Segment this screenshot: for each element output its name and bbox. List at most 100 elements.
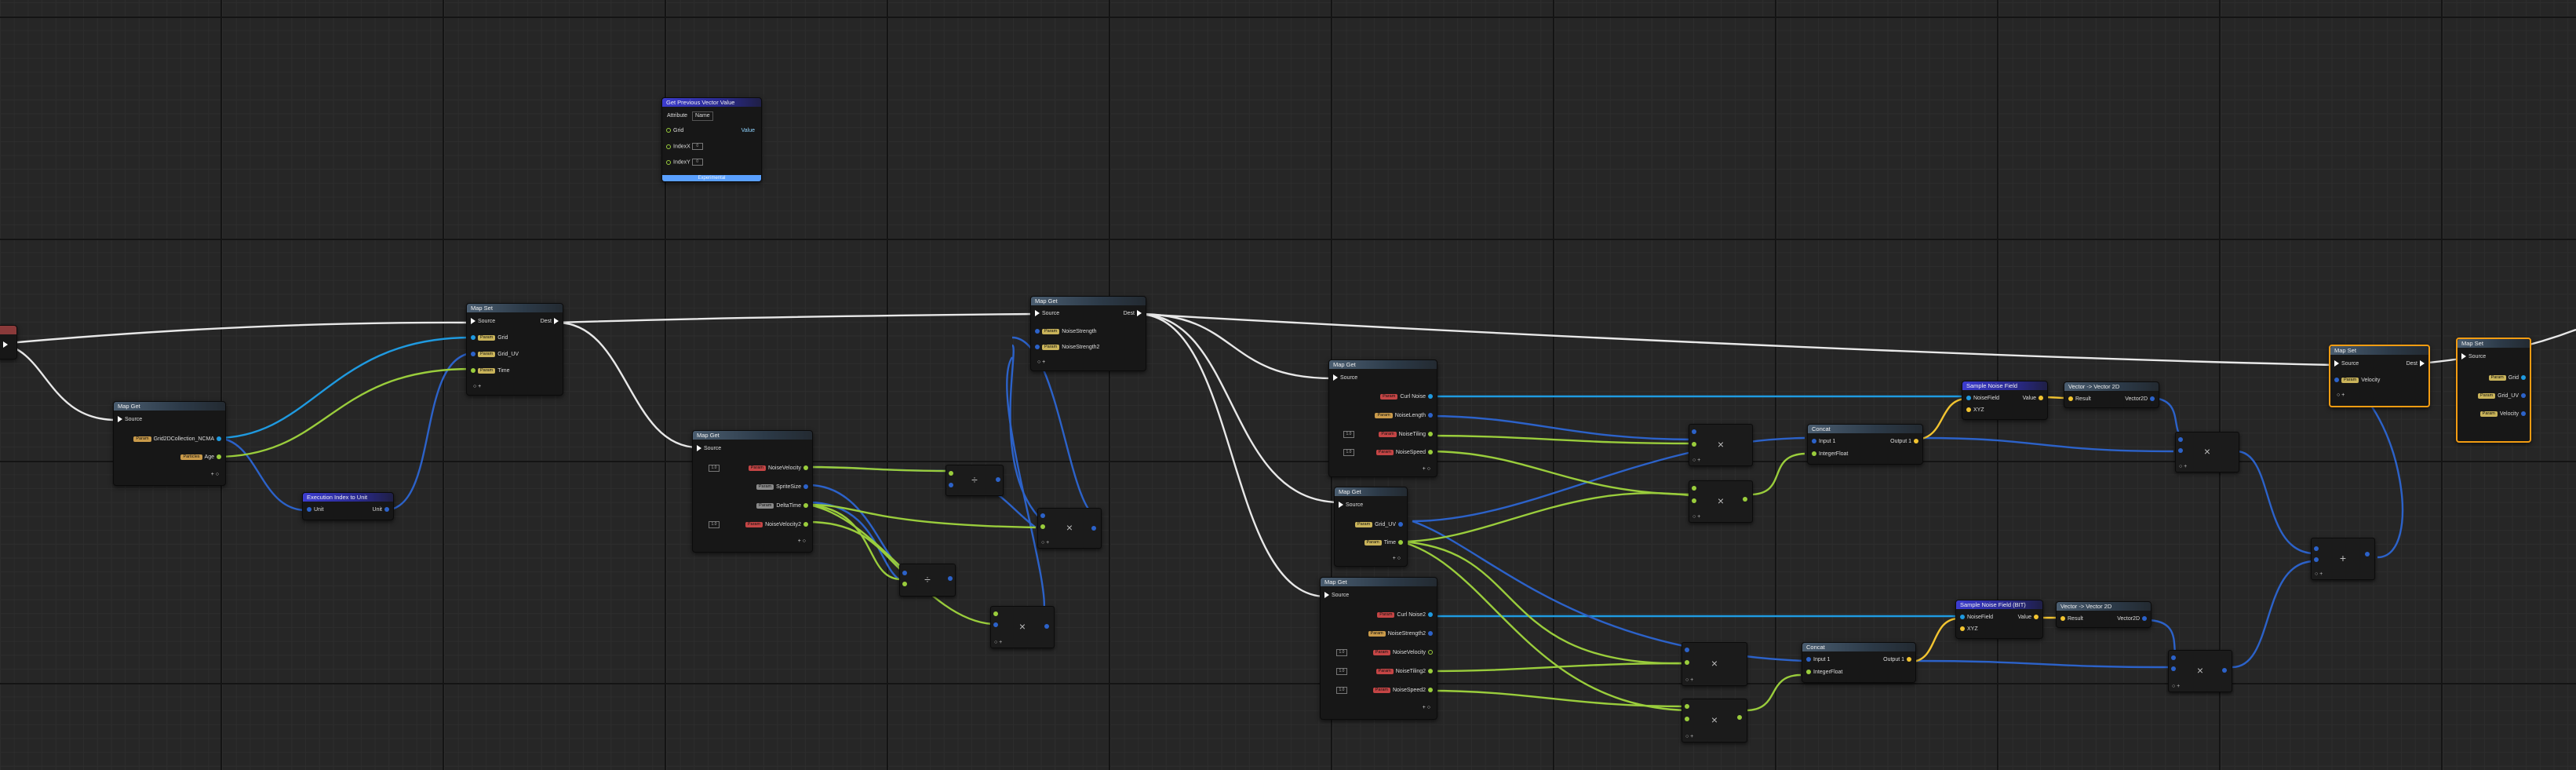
noise-strength2-pin[interactable]	[1035, 345, 1040, 350]
velocity-pin[interactable]	[2521, 411, 2526, 417]
noise-tiling2-pin[interactable]	[1428, 669, 1433, 674]
add-pin-button[interactable]: ○ +	[1685, 734, 1693, 739]
multiply-operator-node[interactable]: × ○ +	[990, 606, 1055, 648]
input-a-pin[interactable]	[2178, 437, 2183, 442]
add-pin-button[interactable]: ○ +	[2179, 464, 2187, 469]
noise-field-pin[interactable]	[1960, 615, 1965, 620]
input-a-pin[interactable]	[902, 571, 907, 575]
input1-pin[interactable]	[1806, 657, 1811, 662]
input-a-pin[interactable]	[2171, 655, 2176, 660]
input-b-pin[interactable]	[993, 622, 998, 627]
output-pin[interactable]	[2222, 668, 2227, 673]
add-pin-button[interactable]: + ○	[1393, 555, 1401, 563]
input-a-pin[interactable]	[1685, 704, 1689, 709]
output-pin[interactable]	[1743, 497, 1747, 502]
input-b-pin[interactable]	[1040, 524, 1045, 529]
curl-noise-pin[interactable]	[1428, 394, 1433, 400]
vector-to-vector2d-node-2[interactable]: Vector -> Vector 2D Result Vector2D	[2056, 601, 2152, 628]
unit-in-pin[interactable]	[307, 507, 312, 513]
add-pin-button[interactable]: + ○	[1423, 465, 1430, 473]
add-pin-button[interactable]: ○ +	[473, 383, 481, 391]
xyz-pin[interactable]	[1966, 407, 1971, 413]
input-a-pin[interactable]	[2314, 546, 2319, 551]
input-b-pin[interactable]	[1692, 442, 1696, 447]
multiply-operator-node[interactable]: × ○ +	[1682, 699, 1747, 743]
map-get-node-d[interactable]: Map Get Source Param Grid_UV Param Time + …	[1334, 487, 1408, 567]
input-a-pin[interactable]	[1040, 513, 1045, 518]
multiply-operator-node[interactable]: × ○ +	[1689, 424, 1753, 466]
map-get-node-noise[interactable]: Map Get Source Dest Param NoiseStrength P…	[1030, 296, 1146, 371]
integer-float-pin[interactable]	[1806, 670, 1811, 675]
map-get-node-a[interactable]: Map Get Source Param Grid2DCollection_NCM…	[113, 401, 226, 486]
multiply-operator-node[interactable]: × ○ +	[1682, 642, 1747, 686]
exec-out-pin[interactable]	[1137, 310, 1142, 317]
noise-velocity2-pin[interactable]	[803, 522, 808, 527]
input-a-pin[interactable]	[1692, 486, 1696, 491]
indexx-field[interactable]: 0	[691, 143, 703, 150]
xyz-pin[interactable]	[1960, 626, 1965, 632]
input1-pin[interactable]	[1812, 439, 1816, 444]
output-pin[interactable]	[948, 576, 953, 581]
concat-node-2[interactable]: Concat Input 1 Output 1 IntegerFloat	[1802, 642, 1916, 683]
grid-pin[interactable]	[471, 335, 475, 341]
noise-tiling-pin[interactable]	[1428, 432, 1433, 437]
multiply-operator-node[interactable]: × ○ +	[2175, 432, 2239, 473]
input-b-pin[interactable]	[902, 582, 907, 586]
vector2d-pin[interactable]	[2150, 396, 2155, 402]
output1-pin[interactable]	[1914, 439, 1918, 444]
input-b-pin[interactable]	[2314, 557, 2319, 562]
add-pin-button[interactable]: ○ +	[1037, 359, 1045, 367]
grid-out-pin[interactable]	[217, 436, 221, 442]
indexx-pin[interactable]	[666, 144, 671, 149]
indexy-pin[interactable]	[666, 159, 671, 165]
noise-velocity-pin[interactable]	[1428, 650, 1433, 655]
delta-time-pin[interactable]	[803, 503, 808, 509]
add-pin-button[interactable]: ○ +	[2337, 392, 2345, 400]
unit-out-pin[interactable]	[384, 507, 389, 513]
output-pin[interactable]	[1091, 526, 1096, 531]
add-pin-button[interactable]: ○ +	[994, 640, 1002, 645]
value-box[interactable]: 1.0	[709, 521, 720, 528]
value-box[interactable]: 1.0	[1343, 449, 1354, 456]
input-b-pin[interactable]	[1692, 498, 1696, 503]
value-pin[interactable]	[2034, 615, 2039, 620]
divide-operator-node[interactable]: ÷	[946, 465, 1004, 496]
value-box[interactable]: 1.0	[1336, 649, 1347, 656]
add-pin-button[interactable]: + ○	[1423, 704, 1430, 712]
velocity-pin[interactable]	[2334, 378, 2339, 383]
divide-operator-node[interactable]: ÷	[899, 564, 956, 597]
exec-in-pin[interactable]	[1035, 310, 1040, 317]
input-a-pin[interactable]	[949, 471, 953, 476]
add-pin-button[interactable]: ○ +	[1692, 514, 1700, 520]
grid-pin[interactable]	[666, 128, 671, 133]
multiply-operator-node[interactable]: × ○ +	[1689, 480, 1753, 523]
result-pin[interactable]	[2068, 396, 2073, 402]
value-box[interactable]: 1.0	[1336, 668, 1347, 675]
output-pin[interactable]	[2365, 552, 2370, 557]
exec-in-pin[interactable]	[2334, 360, 2339, 367]
grid-pin[interactable]	[2521, 375, 2526, 381]
time-pin[interactable]	[1398, 540, 1403, 546]
get-previous-vector-value-node[interactable]: Get Previous Vector Value Attribute Name…	[661, 97, 762, 182]
grid-uv-pin[interactable]	[2521, 393, 2526, 399]
noise-speed2-pin[interactable]	[1428, 688, 1433, 693]
add-pin-button[interactable]: + ○	[211, 471, 219, 479]
age-out-pin[interactable]	[217, 454, 221, 460]
map-set-node-far[interactable]: Map Set Source Param Grid Param Grid_UV Pa…	[2456, 338, 2531, 443]
vector-to-vector2d-node-1[interactable]: Vector -> Vector 2D Result Vector2D	[2064, 381, 2159, 408]
execution-index-node[interactable]: Execution Index to Unit Unit Unit	[302, 492, 394, 520]
add-pin-button[interactable]: + ○	[798, 538, 806, 546]
value-box[interactable]: 1.0	[709, 465, 720, 472]
indexy-field[interactable]: 0	[691, 159, 703, 166]
exec-in-pin[interactable]	[2461, 353, 2466, 360]
input-a-pin[interactable]	[1692, 429, 1696, 434]
add-operator-node[interactable]: + ○ +	[2311, 538, 2375, 580]
exec-out-pin[interactable]	[3, 341, 8, 349]
add-pin-button[interactable]: ○ +	[1685, 677, 1693, 683]
noise-speed-pin[interactable]	[1428, 450, 1433, 455]
input-b-pin[interactable]	[2171, 666, 2176, 671]
map-get-node-c[interactable]: Map Get Source Param Curl Noise Param Nois…	[1328, 359, 1437, 477]
value-box[interactable]: 1.0	[1343, 431, 1354, 438]
input-b-pin[interactable]	[1685, 717, 1689, 721]
noise-strength2-pin[interactable]	[1428, 631, 1433, 637]
